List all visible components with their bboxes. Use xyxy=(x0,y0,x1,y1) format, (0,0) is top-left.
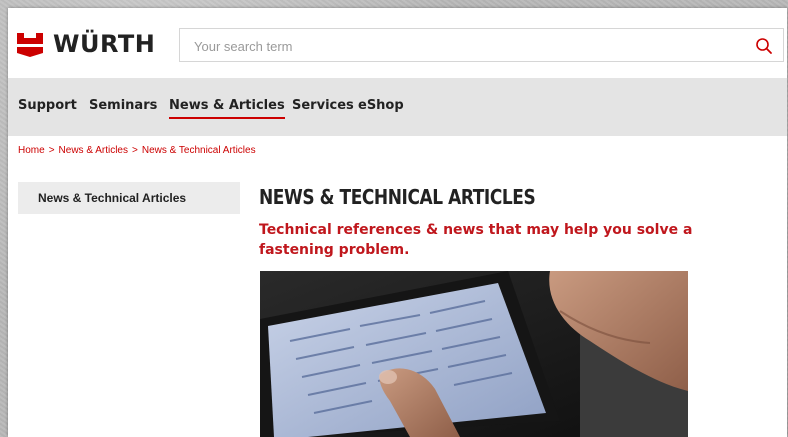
search-box xyxy=(179,28,784,62)
nav-item-services[interactable]: Services xyxy=(292,98,354,113)
breadcrumb-news-articles[interactable]: News & Articles xyxy=(59,145,128,156)
sidebar-item-news-technical-articles[interactable]: News & Technical Articles xyxy=(18,182,240,214)
nav-item-eshop[interactable]: eShop xyxy=(358,98,404,113)
brand-logo[interactable]: WÜRTH xyxy=(16,30,155,58)
breadcrumb-home[interactable]: Home xyxy=(18,145,45,156)
brand-name: WÜRTH xyxy=(53,30,156,58)
header: WÜRTH xyxy=(8,8,787,78)
page-subtitle: Technical references & news that may hel… xyxy=(259,222,693,258)
browser-page: WÜRTH Support Seminars News & Articles S… xyxy=(8,8,787,437)
wurth-logo-icon xyxy=(17,33,43,57)
tablet-photo xyxy=(260,271,688,437)
search-icon[interactable] xyxy=(755,37,773,55)
search-input[interactable] xyxy=(192,36,736,56)
nav-item-news-articles[interactable]: News & Articles xyxy=(169,98,285,119)
nav-item-seminars[interactable]: Seminars xyxy=(89,98,157,113)
nav-item-support[interactable]: Support xyxy=(18,98,77,113)
breadcrumb-separator: > xyxy=(48,145,55,156)
main-nav: Support Seminars News & Articles Service… xyxy=(8,78,787,136)
breadcrumb-current[interactable]: News & Technical Articles xyxy=(142,145,256,156)
breadcrumb: Home > News & Articles > News & Technical Ar… xyxy=(18,145,256,156)
breadcrumb-separator: > xyxy=(132,145,138,156)
page-title: NEWS & TECHNICAL ARTICLES xyxy=(259,185,536,209)
